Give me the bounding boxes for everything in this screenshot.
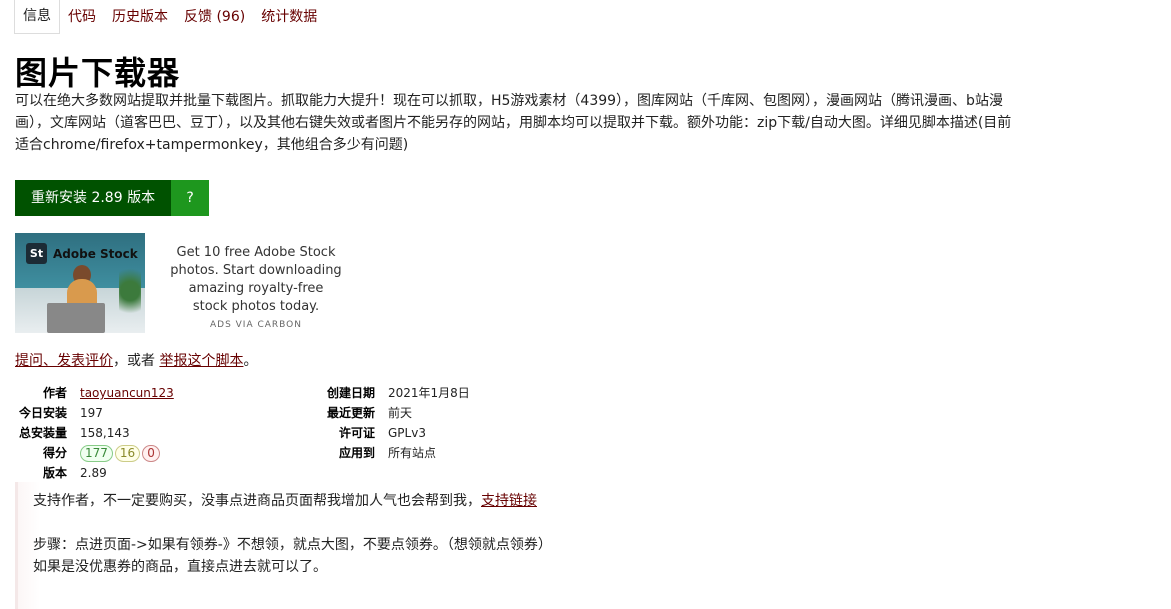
tab-versions[interactable]: 历史版本 [104, 0, 176, 34]
tab-feedback[interactable]: 反馈 (96) [176, 0, 253, 34]
ask-review-link[interactable]: 提问、发表评价 [15, 353, 113, 369]
adobe-stock-mark: St [26, 243, 47, 264]
meta-applies-row: 应用到 所有站点 [315, 443, 470, 463]
meta-updated-label: 最近更新 [326, 406, 375, 420]
meta-version-row: 版本 2.89 [15, 463, 174, 483]
meta-applies-value: 所有站点 [388, 446, 437, 460]
note-text: 如果是没优惠券的商品，直接点进去就可以了。 [33, 559, 327, 575]
description-line: 适合chrome/firefox+tampermonkey，其他组合多少有问题) [15, 137, 409, 153]
rating-good-badge: 177 [80, 445, 113, 462]
tab-code[interactable]: 代码 [60, 0, 104, 34]
adobe-stock-brand: Adobe Stock [53, 246, 138, 261]
support-link[interactable]: 支持链接 [481, 493, 537, 509]
script-meta-left: 作者 taoyuancun123 今日安装 197 总安装量 158,143 得… [15, 383, 174, 483]
install-help-button[interactable]: ? [171, 180, 210, 216]
meta-applies-label: 应用到 [338, 446, 375, 460]
script-meta-right: 创建日期 2021年1月8日 最近更新 前天 许可证 GPLv3 应用到 所有站… [315, 383, 470, 463]
tab-info[interactable]: 信息 [14, 0, 60, 34]
meta-rating-label: 得分 [42, 446, 67, 460]
steps-text: 步骤：点进页面->如果有领券-》不想领，就点大图，不要点领券。（想领就点领券） [33, 537, 552, 553]
meta-created-row: 创建日期 2021年1月8日 [315, 383, 470, 403]
feedback-end: 。 [243, 353, 258, 369]
support-text: 支持作者，不一定要购买，没事点进商品页面帮我增加人气也会帮到我， [33, 493, 481, 509]
ad-image[interactable]: St Adobe Stock [15, 233, 145, 333]
feedback-line: 提问、发表评价，或者 举报这个脚本。 [15, 350, 257, 372]
reinstall-button[interactable]: 重新安装 2.89 版本 [15, 180, 172, 216]
meta-created-label: 创建日期 [326, 386, 375, 400]
meta-total-value: 158,143 [80, 426, 130, 440]
meta-author-row: 作者 taoyuancun123 [15, 383, 174, 403]
support-line: 支持作者，不一定要购买，没事点进商品页面帮我增加人气也会帮到我，支持链接 [33, 490, 537, 512]
script-tabs: 信息 代码 历史版本 反馈 (96) 统计数据 [14, 0, 325, 34]
tab-stats[interactable]: 统计数据 [253, 0, 325, 34]
meta-daily-value: 197 [80, 406, 103, 420]
plant-image [119, 261, 141, 321]
page-title: 图片下载器 [15, 54, 181, 92]
meta-license-value: GPLv3 [388, 426, 426, 440]
meta-version-value: 2.89 [80, 466, 107, 480]
additional-info: 支持作者，不一定要购买，没事点进商品页面帮我增加人气也会帮到我，支持链接 步骤：… [15, 482, 1171, 609]
meta-rating-row: 得分 177 16 0 [15, 443, 174, 463]
install-area: 重新安装 2.89 版本 ? [15, 180, 210, 216]
rating-bad-badge: 0 [142, 445, 160, 462]
meta-license-row: 许可证 GPLv3 [315, 423, 470, 443]
author-link[interactable]: taoyuancun123 [80, 386, 174, 400]
ad-via-carbon[interactable]: ADS VIA CARBON [170, 320, 342, 330]
description-line: 画），文库网站（道客巴巴、豆丁），以及其他右键失效或者图片不能另存的网站，用脚本… [15, 115, 1012, 131]
meta-author-label: 作者 [42, 386, 67, 400]
feedback-separator: ，或者 [113, 353, 160, 369]
meta-updated-value: 前天 [388, 406, 413, 420]
meta-version-label: 版本 [42, 466, 67, 480]
meta-created-value: 2021年1月8日 [388, 386, 470, 400]
report-script-link[interactable]: 举报这个脚本 [159, 353, 243, 369]
meta-updated-row: 最近更新 前天 [315, 403, 470, 423]
meta-total-row: 总安装量 158,143 [15, 423, 174, 443]
ad-text-link[interactable]: Get 10 free Adobe Stock photos. Start do… [170, 244, 342, 316]
rating-ok-badge: 16 [114, 445, 141, 462]
laptop-image [47, 303, 105, 333]
meta-daily-label: 今日安装 [18, 406, 67, 420]
meta-total-label: 总安装量 [18, 426, 67, 440]
script-description: 可以在绝大多数网站提取并批量下载图片。抓取能力大提升！现在可以抓取，H5游戏素材… [15, 90, 1171, 156]
meta-daily-row: 今日安装 197 [15, 403, 174, 423]
meta-license-label: 许可证 [338, 426, 375, 440]
description-line: 可以在绝大多数网站提取并批量下载图片。抓取能力大提升！现在可以抓取，H5游戏素材… [15, 93, 1003, 109]
